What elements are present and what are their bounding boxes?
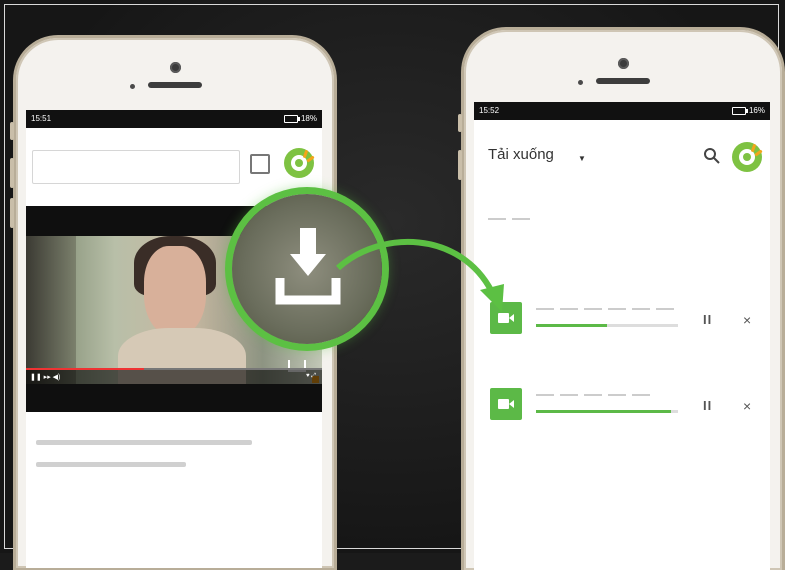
video-subject-face [144,246,206,336]
status-bar: 15:51 18% [26,110,322,128]
page-title: Tải xuống [488,146,554,163]
video-camera-icon [490,388,522,420]
logo-ray [306,155,315,163]
right-phone: 15:52 16% Tải xuống ▼ II × II × [458,30,782,570]
play-pause-icon[interactable]: ❚❚ ▸▸ ◀) [30,373,60,381]
front-camera [170,62,181,73]
coc-coc-logo-icon[interactable] [284,148,315,178]
download-progress-fill [536,410,671,413]
text-placeholder-line [36,440,252,445]
pause-button[interactable]: II [703,312,712,327]
browser-screen: 15:51 18% ❚❚ ▸▸ ◀) ♥ ⤢ [26,110,322,568]
filename-placeholder [536,394,650,396]
earpiece-speaker [596,78,650,84]
fullscreen-icon[interactable]: ♥ ⤢ [306,373,316,380]
cancel-button[interactable]: × [743,312,751,328]
logo-core [295,159,303,167]
logo-ray [302,149,309,159]
video-camera-icon [490,302,522,334]
battery-icon [283,115,300,123]
battery-icon [731,107,748,115]
download-progress-track [536,410,678,413]
battery-percent: 18% [300,114,317,123]
cancel-button[interactable]: × [743,398,751,414]
download-progress-track [536,324,678,327]
battery-indicator: 16% [731,102,765,120]
battery-indicator: 18% [283,110,317,128]
logo-ray [754,149,763,157]
downloads-screen: 15:52 16% Tải xuống ▼ II × II × [474,102,770,570]
text-placeholder-line [36,462,186,467]
mute-switch [10,122,14,140]
front-camera [618,58,629,69]
tabs-button[interactable] [250,154,270,174]
status-time: 15:51 [31,114,52,123]
logo-core [743,153,751,161]
search-icon[interactable] [702,146,722,166]
video-background [26,236,76,384]
status-time: 15:52 [479,106,500,115]
status-bar: 15:52 16% [474,102,770,120]
logo-ray [750,143,757,153]
earpiece-speaker [148,82,202,88]
url-bar[interactable] [32,150,240,184]
video-controls: ❚❚ ▸▸ ◀) ♥ ⤢ [26,370,322,384]
volume-up-button [10,158,14,188]
filename-placeholder [536,308,674,310]
download-overlay [232,194,382,344]
section-label-placeholder [488,218,530,220]
download-item[interactable]: II × [490,302,760,338]
volume-up-button [458,150,462,180]
pause-button[interactable]: II [703,398,712,413]
download-item[interactable]: II × [490,388,760,424]
caret-down-icon[interactable]: ▼ [578,154,586,163]
coc-coc-logo-icon[interactable] [732,142,763,172]
download-progress-fill [536,324,607,327]
mute-switch [458,114,462,132]
sensor [130,84,135,89]
sensor [578,80,583,85]
volume-down-button [10,198,14,228]
battery-percent: 16% [748,106,765,115]
